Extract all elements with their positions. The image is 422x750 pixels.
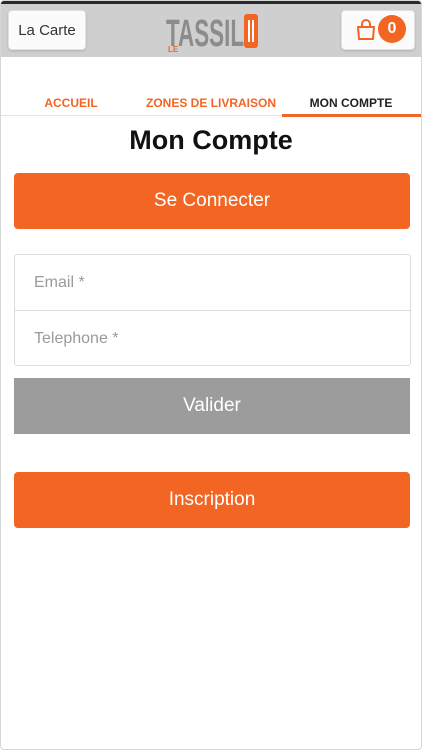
tab-mon-compte[interactable]: MON COMPTE — [281, 92, 421, 114]
submit-button-label: Valider — [183, 395, 241, 416]
la-carte-button[interactable]: La Carte — [8, 10, 86, 50]
cart-count-badge: 0 — [378, 15, 406, 43]
login-form-fields — [14, 254, 411, 366]
tab-accueil[interactable]: ACCUEIL — [1, 92, 141, 114]
top-bar: La Carte TASSIL LE 0 — [1, 1, 421, 57]
shopping-bag-icon — [357, 19, 375, 40]
la-carte-label: La Carte — [18, 21, 76, 39]
active-tab-indicator — [282, 114, 421, 117]
cart-button[interactable]: 0 — [341, 10, 415, 50]
signup-button-label: Inscription — [168, 489, 256, 510]
brand-logo[interactable]: TASSIL LE — [164, 6, 260, 55]
tab-zones-de-livraison[interactable]: ZONES DE LIVRAISON — [141, 92, 281, 114]
logo-tower-shape — [244, 14, 258, 48]
submit-button[interactable]: Valider — [14, 378, 410, 434]
status-line — [1, 1, 421, 4]
page-title: Mon Compte — [129, 125, 293, 155]
phone-field[interactable] — [15, 311, 410, 366]
login-button-label: Se Connecter — [153, 190, 271, 211]
logo-prefix: LE — [168, 45, 179, 54]
app-frame: La Carte TASSIL LE 0 ACCUEIL ZONES DE LI… — [0, 0, 422, 750]
login-button[interactable]: Se Connecter — [14, 173, 410, 229]
email-field[interactable] — [15, 255, 410, 310]
tab-bar: ACCUEIL ZONES DE LIVRAISON MON COMPTE — [1, 92, 421, 117]
signup-button[interactable]: Inscription — [14, 472, 410, 528]
